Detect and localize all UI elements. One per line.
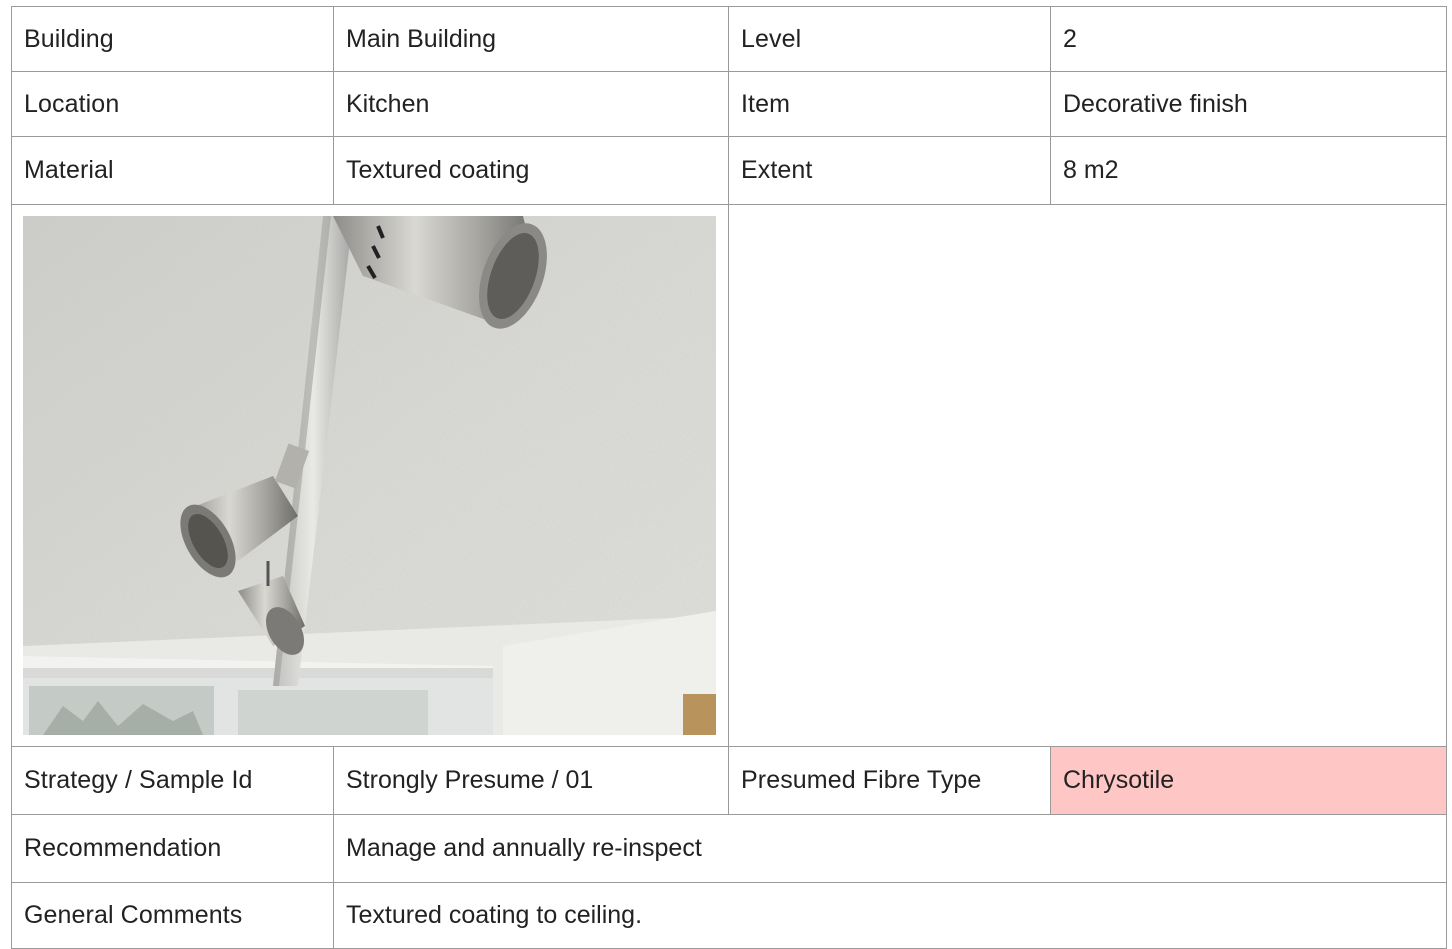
photo-cell — [11, 204, 729, 747]
row-comments: General Comments Textured coating to cei… — [11, 882, 1447, 949]
strategy-label: Strategy / Sample Id — [11, 746, 334, 815]
comments-label: General Comments — [11, 882, 334, 949]
comments-value: Textured coating to ceiling. — [333, 882, 1447, 949]
item-photo — [23, 216, 716, 735]
building-label: Building — [11, 6, 334, 72]
item-label: Item — [728, 71, 1051, 137]
building-value: Main Building — [333, 6, 729, 72]
level-label: Level — [728, 6, 1051, 72]
extent-value: 8 m2 — [1050, 136, 1447, 205]
fibre-type-value: Chrysotile — [1050, 746, 1447, 815]
extent-label: Extent — [728, 136, 1051, 205]
row-recommendation: Recommendation Manage and annually re-in… — [11, 814, 1447, 883]
row-material-extent: Material Textured coating Extent 8 m2 — [11, 136, 1447, 205]
asbestos-item-table: Building Main Building Level 2 Location … — [11, 6, 1447, 949]
row-building-level: Building Main Building Level 2 — [11, 6, 1447, 72]
row-strategy-fibre: Strategy / Sample Id Strongly Presume / … — [11, 746, 1447, 815]
location-label: Location — [11, 71, 334, 137]
location-value: Kitchen — [333, 71, 729, 137]
item-value: Decorative finish — [1050, 71, 1447, 137]
recommendation-label: Recommendation — [11, 814, 334, 883]
recommendation-value: Manage and annually re-inspect — [333, 814, 1447, 883]
photo-blank-cell — [728, 204, 1447, 747]
level-value: 2 — [1050, 6, 1447, 72]
strategy-value: Strongly Presume / 01 — [333, 746, 729, 815]
material-value: Textured coating — [333, 136, 729, 205]
row-photo — [11, 204, 1447, 747]
ceiling-photo-image — [23, 216, 716, 735]
fibre-type-label: Presumed Fibre Type — [728, 746, 1051, 815]
row-location-item: Location Kitchen Item Decorative finish — [11, 71, 1447, 137]
material-label: Material — [11, 136, 334, 205]
